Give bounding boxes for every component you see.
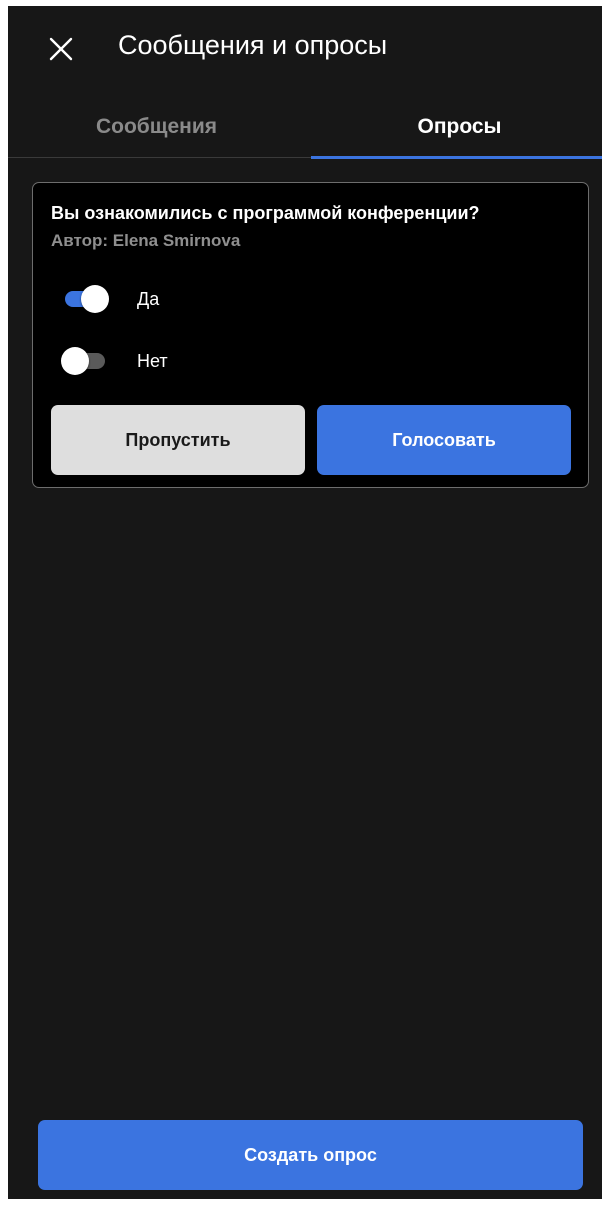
option-label-yes: Да [137, 288, 160, 309]
toggle-knob [81, 285, 109, 313]
poll-question: Вы ознакомились с программой конференции… [51, 203, 480, 223]
close-button[interactable] [48, 36, 74, 62]
toggle-yes[interactable] [61, 285, 109, 313]
tab-polls[interactable]: Опросы [311, 96, 602, 158]
poll-card: Вы ознакомились с программой конференции… [32, 182, 589, 488]
tab-bar: Сообщения Опросы [8, 96, 602, 159]
poll-author: Автор: Elena Smirnova [51, 231, 241, 250]
vote-button[interactable]: Голосовать [317, 405, 571, 475]
skip-button[interactable]: Пропустить [51, 405, 305, 475]
tab-messages[interactable]: Сообщения [8, 96, 305, 158]
poll-option-yes[interactable]: Да [61, 283, 159, 315]
close-icon [49, 37, 73, 61]
option-label-no: Нет [137, 350, 168, 371]
create-poll-button[interactable]: Создать опрос [38, 1120, 583, 1190]
active-tab-indicator [311, 156, 602, 159]
polls-screen: Сообщения и опросы Сообщения Опросы Вы о… [8, 6, 602, 1199]
header: Сообщения и опросы [8, 6, 602, 88]
poll-option-no[interactable]: Нет [61, 345, 168, 377]
toggle-knob [61, 347, 89, 375]
toggle-no[interactable] [61, 347, 109, 375]
page-title: Сообщения и опросы [118, 30, 388, 60]
